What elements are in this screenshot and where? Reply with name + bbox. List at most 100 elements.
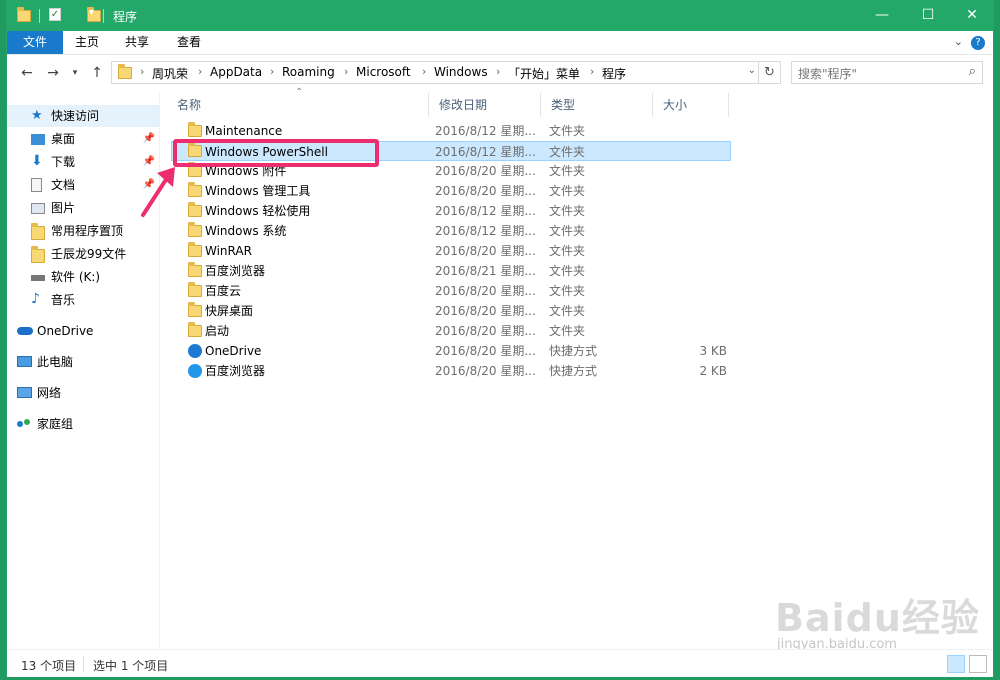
expand-ribbon-icon[interactable]: ⌄ (954, 35, 963, 48)
nav-item-quick-access[interactable]: ★ 快速访问 (7, 105, 159, 127)
breadcrumb-item[interactable]: 「开始」菜单 (508, 65, 580, 82)
folder-icon (188, 182, 202, 197)
file-type: 文件夹 (549, 224, 586, 238)
file-type: 文件夹 (549, 164, 586, 178)
file-row[interactable]: 快屏桌面 2016/8/20 星期... 文件夹 (171, 301, 731, 321)
file-name: 百度云 (205, 284, 242, 298)
folder-icon (31, 223, 45, 240)
recent-locations-icon[interactable]: ▾ (65, 63, 85, 83)
folder-icon (188, 282, 202, 297)
pin-icon[interactable]: 📌 (143, 128, 155, 150)
breadcrumb-item[interactable]: Microsoft (356, 65, 411, 79)
column-header-date[interactable]: 修改日期 (429, 93, 541, 117)
file-name: 百度浏览器 (205, 264, 266, 278)
nav-item-label: 常用程序置顶 (51, 224, 124, 238)
help-icon[interactable]: ? (971, 36, 985, 50)
details-view-button[interactable] (947, 655, 965, 673)
nav-item-this-pc[interactable]: 此电脑 (7, 351, 159, 373)
nav-item-onedrive[interactable]: OneDrive (7, 320, 159, 342)
close-button[interactable]: ✕ (949, 1, 995, 31)
tab-view[interactable]: 查看 (165, 31, 213, 54)
tab-share[interactable]: 共享 (113, 31, 161, 54)
file-row[interactable]: OneDrive 2016/8/20 星期... 快捷方式 3 KB (171, 341, 731, 361)
nav-item-label: 下载 (51, 155, 76, 169)
file-row[interactable]: 百度浏览器 2016/8/20 星期... 快捷方式 2 KB (171, 361, 731, 381)
file-row[interactable]: Windows 系统 2016/8/12 星期... 文件夹 (171, 221, 731, 241)
nav-item-folder[interactable]: 壬辰龙99文件 (7, 243, 159, 265)
breadcrumb-separator: › (590, 65, 595, 78)
tab-home[interactable]: 主页 (63, 31, 111, 54)
breadcrumb-item[interactable]: 周巩荣 (152, 65, 188, 82)
file-date: 2016/8/20 星期... (435, 344, 536, 358)
back-button[interactable]: ← (17, 63, 37, 83)
up-button[interactable]: ↑ (87, 63, 107, 83)
download-icon: ⬇ (31, 153, 43, 169)
file-row[interactable]: Windows 轻松使用 2016/8/12 星期... 文件夹 (171, 201, 731, 221)
file-name: WinRAR (205, 244, 252, 258)
file-type: 文件夹 (549, 264, 586, 278)
breadcrumb-item[interactable]: Windows (434, 65, 488, 79)
file-row[interactable]: WinRAR 2016/8/20 星期... 文件夹 (171, 241, 731, 261)
tab-file[interactable]: 文件 (7, 31, 63, 54)
file-type: 文件夹 (549, 284, 586, 298)
file-type: 文件夹 (549, 244, 586, 258)
nav-item-label: 图片 (51, 201, 76, 215)
nav-item-label: 桌面 (51, 132, 76, 146)
file-row[interactable]: 启动 2016/8/20 星期... 文件夹 (171, 321, 731, 341)
column-header-name[interactable]: 名称 (167, 93, 429, 117)
customize-toolbar-icon[interactable]: ▾ (89, 7, 94, 23)
file-list: ⌃ 名称 修改日期 类型 大小 Maintenance 2016/8/12 星期… (167, 87, 987, 649)
title-bar: ✓ ▾ 程序 — ☐ ✕ (7, 1, 993, 31)
file-name: 百度浏览器 (205, 364, 266, 378)
music-icon: ♪ (31, 291, 40, 307)
nav-item-drive-k[interactable]: 软件 (K:) (7, 266, 159, 288)
folder-icon (188, 222, 202, 237)
file-date: 2016/8/20 星期... (435, 164, 536, 178)
column-header-type[interactable]: 类型 (541, 93, 653, 117)
large-icons-view-button[interactable] (969, 655, 987, 673)
document-icon (31, 178, 42, 192)
file-date: 2016/8/21 星期... (435, 264, 536, 278)
divider (39, 9, 40, 23)
file-row[interactable]: 百度浏览器 2016/8/21 星期... 文件夹 (171, 261, 731, 281)
forward-button[interactable]: → (43, 63, 63, 83)
nav-item-desktop[interactable]: 桌面 📌 (7, 128, 159, 150)
ribbon-controls: ⌄? (954, 35, 985, 50)
nav-item-music[interactable]: ♪ 音乐 (7, 289, 159, 311)
file-date: 2016/8/20 星期... (435, 364, 536, 378)
breadcrumb-item[interactable]: AppData (210, 65, 262, 79)
file-type: 文件夹 (549, 204, 586, 218)
nav-item-label: 音乐 (51, 293, 76, 307)
file-row[interactable]: Windows 管理工具 2016/8/20 星期... 文件夹 (171, 181, 731, 201)
selection-count: 选中 1 个项目 (93, 659, 169, 673)
breadcrumb-item[interactable]: 程序 (602, 65, 626, 82)
star-icon: ★ (31, 108, 43, 123)
file-name: 启动 (205, 324, 230, 338)
file-row[interactable]: Maintenance 2016/8/12 星期... 文件夹 (171, 121, 731, 141)
divider (103, 9, 104, 23)
breadcrumb-separator: › (422, 65, 427, 78)
refresh-button[interactable]: ↻ (759, 61, 781, 84)
chevron-down-icon[interactable]: ⌄ (748, 65, 756, 76)
search-input[interactable]: 搜索"程序" ⌕ (791, 61, 983, 84)
breadcrumb-separator: › (496, 65, 501, 78)
file-type: 文件夹 (549, 304, 586, 318)
maximize-button[interactable]: ☐ (905, 1, 951, 31)
minimize-button[interactable]: — (859, 1, 905, 31)
nav-item-network[interactable]: 网络 (7, 382, 159, 404)
breadcrumb-item[interactable]: Roaming (282, 65, 335, 79)
address-bar[interactable]: › 周巩荣 › AppData › Roaming › Microsoft › … (111, 61, 759, 84)
file-date: 2016/8/12 星期... (435, 124, 536, 138)
file-name: Windows 管理工具 (205, 184, 311, 198)
file-name: Windows 轻松使用 (205, 204, 311, 218)
file-date: 2016/8/20 星期... (435, 304, 536, 318)
nav-item-pinned-programs[interactable]: 常用程序置顶 (7, 220, 159, 242)
column-header-size[interactable]: 大小 (653, 93, 729, 117)
file-row[interactable]: 百度云 2016/8/20 星期... 文件夹 (171, 281, 731, 301)
search-icon[interactable]: ⌕ (969, 64, 976, 79)
nav-item-homegroup[interactable]: 家庭组 (7, 413, 159, 435)
properties-icon[interactable]: ✓ (49, 8, 61, 21)
cloud-icon (17, 327, 33, 335)
breadcrumb-separator: › (140, 65, 145, 78)
file-type: 文件夹 (549, 324, 586, 338)
